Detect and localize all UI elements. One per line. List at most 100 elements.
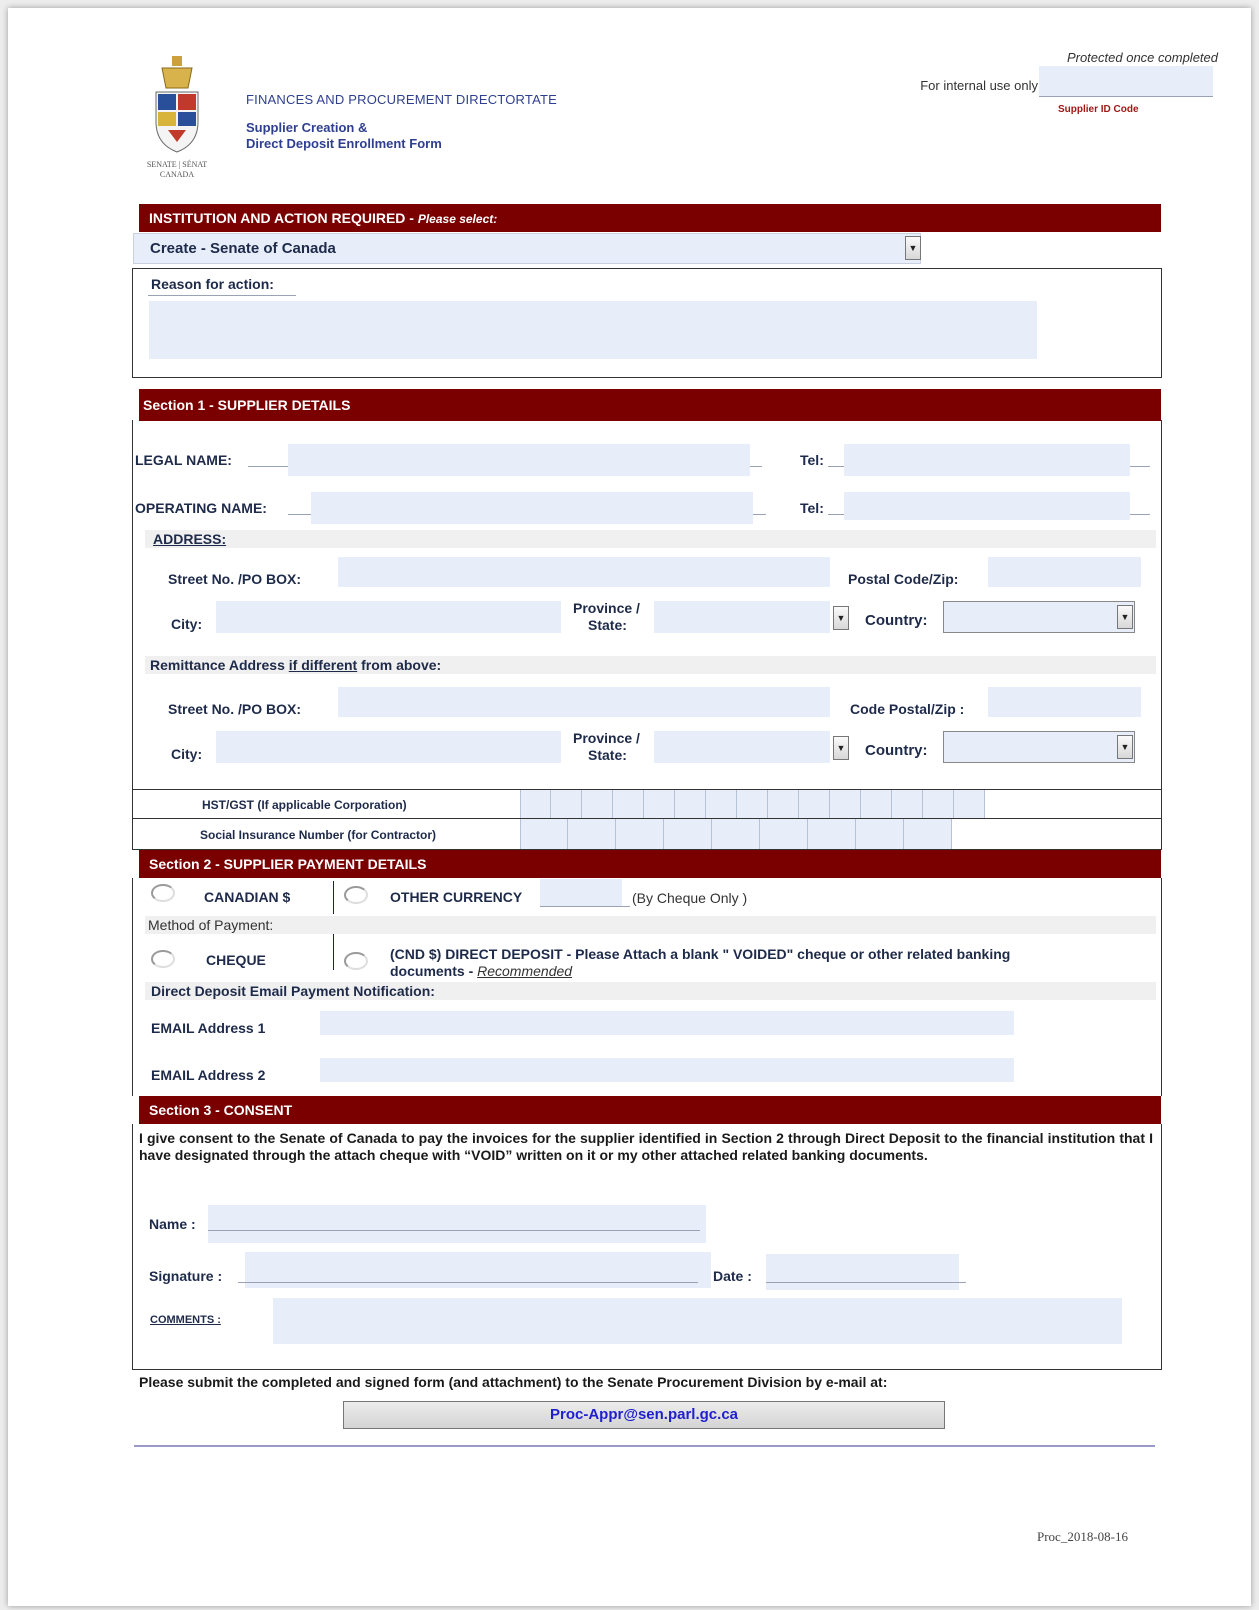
form-version: Proc_2018-08-16 bbox=[1037, 1529, 1128, 1544]
remit-country-dropdown-button[interactable]: ▼ bbox=[1117, 735, 1133, 759]
remit-city-input[interactable] bbox=[216, 731, 561, 763]
email1-input[interactable] bbox=[320, 1011, 1014, 1035]
remit-province-dropdown-button[interactable]: ▼ bbox=[833, 736, 849, 760]
sin-cells[interactable] bbox=[520, 819, 952, 849]
institution-selected-value: Create - Senate of Canada bbox=[150, 240, 336, 257]
legal-name-input[interactable] bbox=[288, 444, 750, 476]
emblem-label: SENATE | SÉNAT CANADA bbox=[146, 160, 208, 179]
remittance-label-before: Remittance Address bbox=[150, 657, 289, 673]
method-divider bbox=[333, 934, 334, 970]
section2-band: Section 2 - SUPPLIER PAYMENT DETAILS bbox=[139, 850, 1161, 878]
address-band: ADDRESS: bbox=[145, 530, 1156, 548]
institution-dropdown-button[interactable]: ▼ bbox=[905, 236, 921, 260]
remit-street-label: Street No. /PO BOX: bbox=[168, 701, 302, 717]
province-dropdown-button[interactable]: ▼ bbox=[833, 606, 849, 630]
cheque-label: CHEQUE bbox=[206, 952, 266, 968]
internal-use-label: For internal use only bbox=[920, 78, 1038, 93]
supplier-id-label: Supplier ID Code bbox=[1058, 104, 1139, 115]
name-label: Name : bbox=[149, 1216, 196, 1232]
country-dropdown-button[interactable]: ▼ bbox=[1117, 605, 1133, 629]
form-title-line2: Direct Deposit Enrollment Form bbox=[246, 136, 442, 151]
hst-label: HST/GST (If applicable Corporation) bbox=[202, 798, 407, 812]
protected-note: Protected once completed bbox=[1066, 50, 1218, 65]
city-label: City: bbox=[171, 616, 203, 632]
operating-name-label: OPERATING NAME: bbox=[135, 500, 267, 516]
canadian-radio[interactable] bbox=[151, 884, 175, 902]
reason-input[interactable] bbox=[149, 301, 1037, 359]
remit-country-label: Country: bbox=[865, 742, 928, 759]
section3-band: Section 3 - CONSENT bbox=[139, 1096, 1161, 1124]
remit-street-input[interactable] bbox=[338, 687, 830, 717]
postal-code-input[interactable] bbox=[988, 557, 1141, 587]
postal-code-label: Postal Code/Zip: bbox=[848, 571, 959, 587]
email2-label: EMAIL Address 2 bbox=[151, 1067, 266, 1083]
email1-label: EMAIL Address 1 bbox=[151, 1020, 266, 1036]
hst-cells[interactable] bbox=[520, 790, 985, 818]
remittance-band: Remittance Address if different from abo… bbox=[145, 656, 1156, 674]
reason-label: Reason for action: bbox=[151, 276, 274, 292]
other-currency-label: OTHER CURRENCY bbox=[390, 889, 523, 905]
tel1-input[interactable] bbox=[844, 444, 1130, 476]
direct-deposit-documents: documents - bbox=[390, 963, 478, 979]
by-cheque-note: (By Cheque Only ) bbox=[632, 890, 748, 906]
crest-icon bbox=[155, 56, 199, 153]
submit-note: Please submit the completed and signed f… bbox=[139, 1374, 888, 1390]
remit-province-label-line2: State: bbox=[588, 747, 627, 763]
other-currency-input[interactable] bbox=[540, 879, 622, 907]
senate-emblem bbox=[142, 52, 212, 172]
form-title-line1: Supplier Creation & bbox=[246, 120, 368, 135]
recommended-text: Recommended bbox=[477, 963, 573, 979]
reason-underline bbox=[148, 295, 296, 296]
operating-name-input[interactable] bbox=[311, 492, 753, 524]
directorate-title: FINANCES AND PROCUREMENT DIRECTORTATE bbox=[246, 92, 558, 107]
province-label-line2: State: bbox=[588, 617, 627, 633]
consent-text: I give consent to the Senate of Canada t… bbox=[139, 1130, 1153, 1163]
remittance-label-if-different: if different bbox=[288, 657, 358, 673]
tel1-label: Tel: bbox=[800, 452, 824, 468]
code-postal-label: Code Postal/Zip : bbox=[850, 701, 965, 717]
direct-deposit-label-line2: documents - Recommended bbox=[390, 963, 572, 979]
name-underline bbox=[208, 1230, 700, 1231]
country-select[interactable] bbox=[943, 601, 1135, 633]
legal-name-label: LEGAL NAME: bbox=[135, 452, 232, 468]
province-label-line1: Province / bbox=[573, 600, 640, 616]
email2-input[interactable] bbox=[320, 1058, 1014, 1082]
direct-deposit-label-line1: (CND $) DIRECT DEPOSIT - Please Attach a… bbox=[390, 946, 1011, 962]
name-input[interactable] bbox=[208, 1205, 706, 1243]
institution-select[interactable]: Create - Senate of Canada bbox=[133, 233, 921, 264]
remittance-label-after: from above: bbox=[357, 657, 442, 673]
code-postal-input[interactable] bbox=[988, 687, 1141, 717]
currency-divider bbox=[333, 881, 334, 914]
direct-deposit-radio[interactable] bbox=[344, 952, 368, 970]
sin-label: Social Insurance Number (for Contractor) bbox=[200, 828, 437, 842]
tel2-label: Tel: bbox=[800, 500, 824, 516]
supplier-id-input[interactable] bbox=[1039, 66, 1213, 97]
remit-city-label: City: bbox=[171, 746, 203, 762]
street-input[interactable] bbox=[338, 557, 830, 587]
method-band: Method of Payment: bbox=[145, 916, 1156, 934]
cheque-radio[interactable] bbox=[151, 950, 175, 968]
tel2-input[interactable] bbox=[844, 492, 1130, 520]
section1-band: Section 1 - SUPPLIER DETAILS bbox=[139, 389, 1161, 421]
canadian-label: CANADIAN $ bbox=[204, 889, 291, 905]
province-select[interactable] bbox=[654, 601, 830, 633]
email-submit-label: Proc-Appr@sen.parl.gc.ca bbox=[549, 1406, 738, 1423]
street-label: Street No. /PO BOX: bbox=[168, 571, 302, 587]
remit-province-select[interactable] bbox=[654, 731, 830, 763]
footer-divider bbox=[134, 1445, 1155, 1447]
institution-band: INSTITUTION AND ACTION REQUIRED - Please… bbox=[139, 204, 1161, 232]
remit-province-label-line1: Province / bbox=[573, 730, 640, 746]
institution-band-note: Please select: bbox=[417, 212, 498, 226]
date-input[interactable] bbox=[766, 1254, 959, 1290]
other-currency-radio[interactable] bbox=[344, 886, 368, 904]
other-currency-underline bbox=[540, 906, 630, 907]
address-label: ADDRESS: bbox=[153, 531, 227, 547]
email-submit-button[interactable]: Proc-Appr@sen.parl.gc.ca bbox=[343, 1401, 945, 1429]
comments-input[interactable] bbox=[273, 1298, 1122, 1344]
email-notification-band: Direct Deposit Email Payment Notificatio… bbox=[145, 982, 1156, 1000]
remit-country-select[interactable] bbox=[943, 731, 1135, 763]
date-label: Date : bbox=[713, 1268, 752, 1284]
city-input[interactable] bbox=[216, 601, 561, 633]
institution-band-title: INSTITUTION AND ACTION REQUIRED - bbox=[149, 210, 418, 226]
comments-label: COMMENTS : bbox=[150, 1314, 221, 1326]
